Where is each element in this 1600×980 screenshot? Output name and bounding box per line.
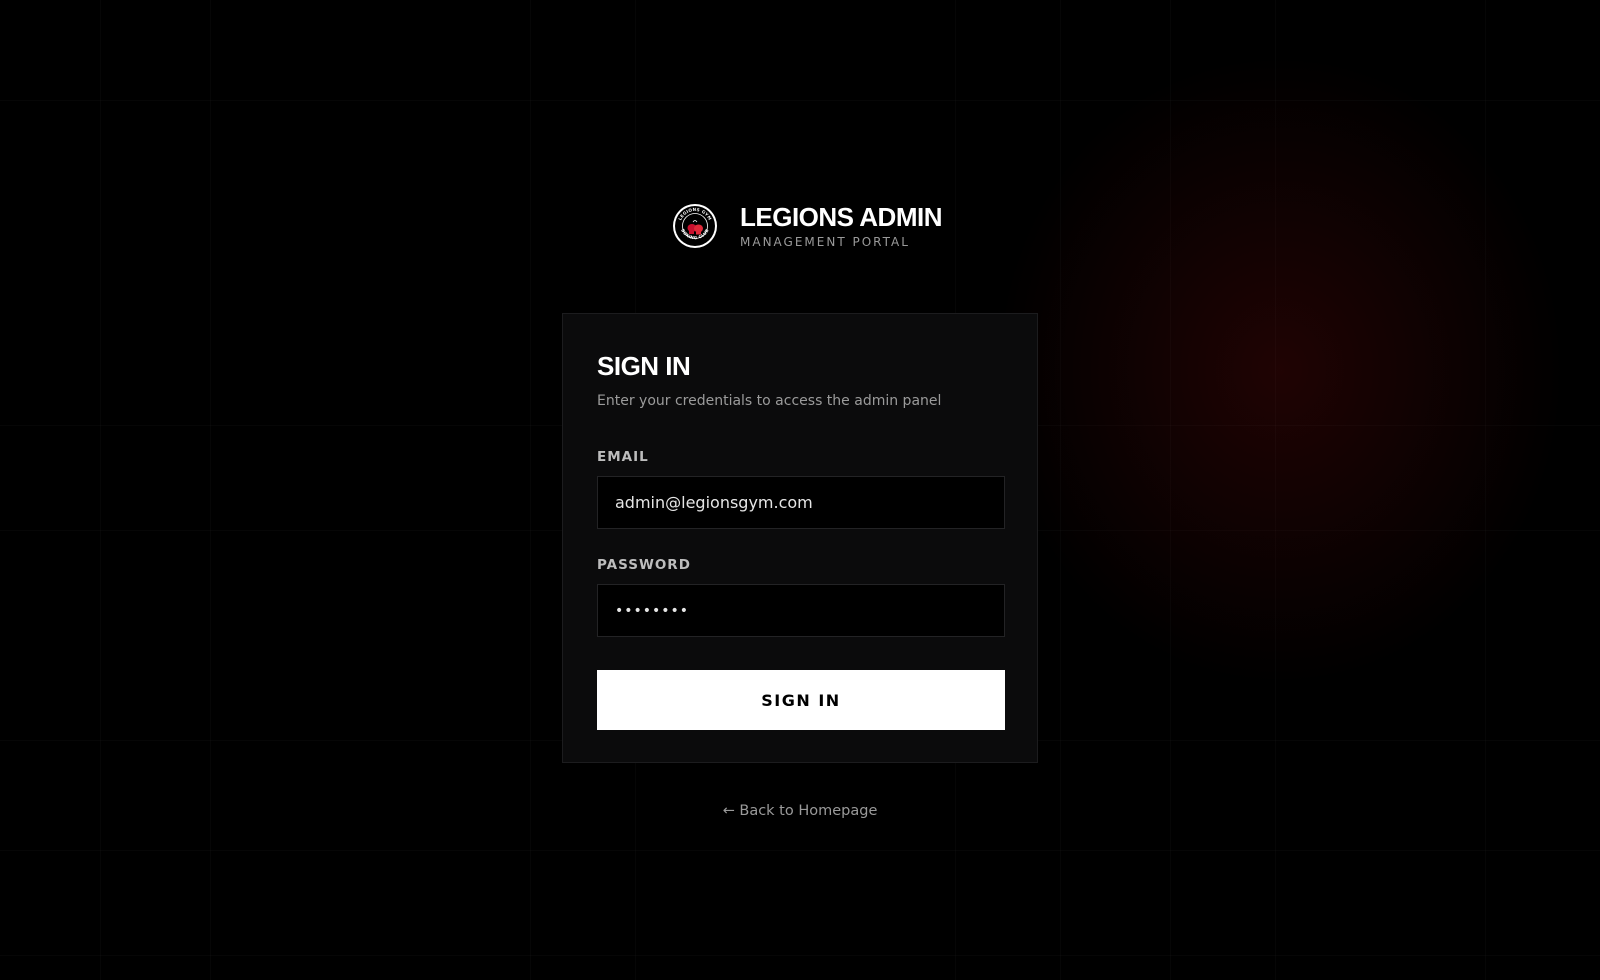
back-link-container: ← Back to Homepage — [0, 803, 1600, 819]
back-to-homepage-link[interactable]: ← Back to Homepage — [723, 803, 878, 819]
brand-header: LEGIONS GYM BOXING CLUB LEGIONS ADMIN MA… — [672, 203, 942, 249]
sign-in-card: SIGN IN Enter your credentials to access… — [562, 313, 1038, 763]
password-input[interactable]: •••••••• — [597, 584, 1005, 637]
brand-subtitle: MANAGEMENT PORTAL — [740, 235, 910, 249]
email-input[interactable]: admin@legionsgym.com — [597, 476, 1005, 529]
sign-in-button[interactable]: SIGN IN — [597, 670, 1005, 730]
password-label: PASSWORD — [597, 557, 691, 573]
password-input-value: •••••••• — [615, 602, 690, 619]
card-title: SIGN IN — [597, 351, 691, 381]
email-label: EMAIL — [597, 449, 649, 465]
login-page: LEGIONS GYM BOXING CLUB LEGIONS ADMIN MA… — [0, 0, 1600, 980]
email-input-value: admin@legionsgym.com — [615, 493, 813, 512]
boxing-club-badge-icon: LEGIONS GYM BOXING CLUB — [673, 204, 717, 248]
card-subtitle: Enter your credentials to access the adm… — [597, 393, 942, 409]
background-glow — [1000, 60, 1560, 680]
brand-title: LEGIONS ADMIN — [740, 202, 942, 232]
